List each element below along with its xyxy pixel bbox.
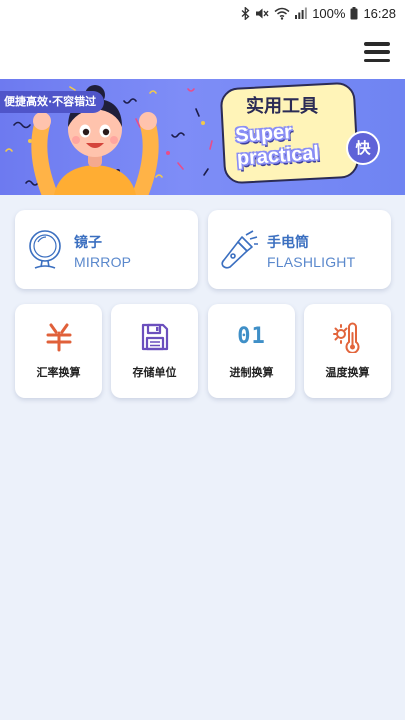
banner-subtitle: Super practical <box>234 120 320 170</box>
binary-icon-text: 01 <box>237 324 266 349</box>
mute-icon <box>255 7 269 20</box>
exchange-rate-card[interactable]: 汇率换算 <box>15 304 102 398</box>
banner-title: 实用工具 <box>246 96 318 117</box>
flashlight-icon <box>220 229 260 275</box>
temperature-label: 温度换算 <box>325 366 370 379</box>
battery-percent: 100% <box>312 5 346 21</box>
status-time: 16:28 <box>363 5 396 21</box>
mirror-subtitle: MIRROP <box>74 254 132 270</box>
promo-banner[interactable]: 便捷高效·不容错过 实用工具 Super practical 快 <box>0 79 405 195</box>
banner-tag: 便捷高效·不容错过 <box>0 91 105 113</box>
flashlight-subtitle: FLASHLIGHT <box>267 254 356 270</box>
mirror-title: 镜子 <box>74 235 102 251</box>
banner-badge: 快 <box>346 131 380 165</box>
exchange-rate-label: 汇率换算 <box>36 366 81 379</box>
storage-unit-card[interactable]: 存储单位 <box>111 304 198 398</box>
flashlight-card[interactable]: 手电筒 FLASHLIGHT <box>208 210 391 289</box>
floppy-disk-icon <box>111 320 198 354</box>
storage-unit-label: 存储单位 <box>132 366 177 379</box>
temperature-card[interactable]: 温度换算 <box>304 304 391 398</box>
app-header: 100% 16:28 <box>0 0 405 79</box>
binary-icon: 01 <box>208 320 295 354</box>
bluetooth-icon <box>241 6 250 20</box>
number-base-card[interactable]: 01 进制换算 <box>208 304 295 398</box>
yuan-icon <box>15 320 102 354</box>
mirror-card[interactable]: 镜子 MIRROP <box>15 210 198 289</box>
flashlight-title: 手电筒 <box>267 235 309 251</box>
hamburger-menu-icon[interactable] <box>364 42 390 62</box>
number-base-label: 进制换算 <box>229 366 274 379</box>
mirror-icon <box>27 229 63 275</box>
wifi-icon <box>274 7 290 20</box>
battery-icon <box>350 6 358 20</box>
status-bar: 100% 16:28 <box>0 0 405 26</box>
thermometer-sun-icon <box>304 320 391 354</box>
signal-icon <box>295 7 308 19</box>
